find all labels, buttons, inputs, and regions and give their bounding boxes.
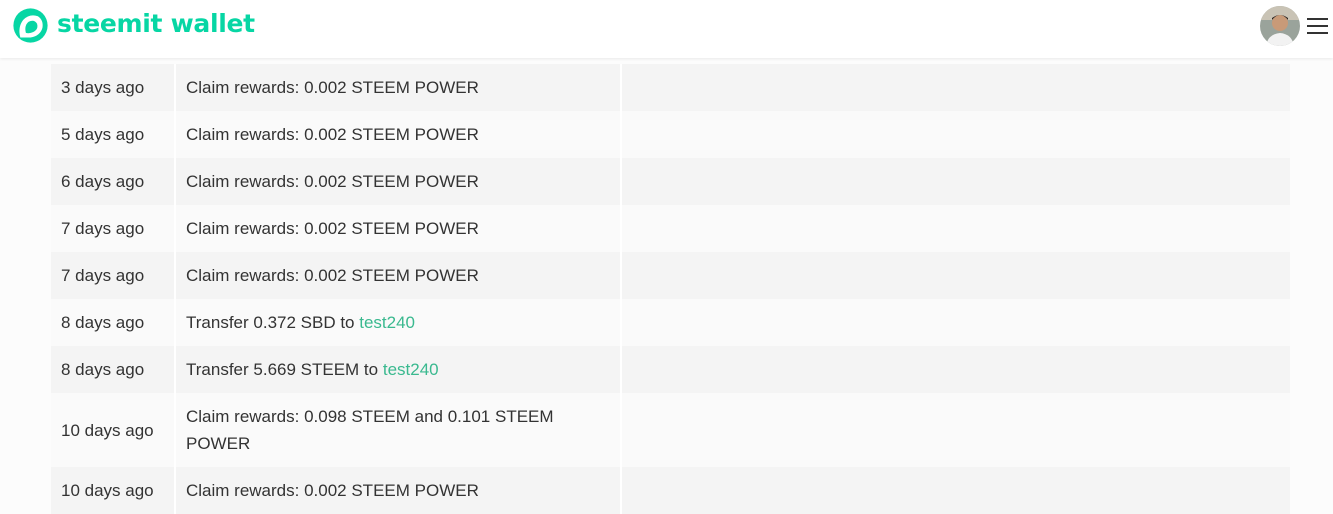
transaction-date: 8 days ago bbox=[61, 313, 145, 332]
recipient-link[interactable]: test240 bbox=[383, 360, 439, 379]
transaction-date: 5 days ago bbox=[61, 125, 145, 144]
transaction-description: Claim rewards: 0.002 STEEM POWER bbox=[174, 252, 622, 299]
transaction-description: Claim rewards: 0.002 STEEM POWER bbox=[174, 158, 622, 205]
transaction-date: 7 days ago bbox=[61, 219, 145, 238]
transaction-date: 6 days ago bbox=[61, 172, 145, 191]
transaction-date: 3 days ago bbox=[61, 78, 145, 97]
transaction-memo bbox=[622, 111, 1290, 158]
transaction-row: 10 days ago Claim rewards: 0.098 STEEM an… bbox=[51, 393, 1290, 467]
transaction-description: Transfer 0.372 SBD to test240 bbox=[174, 299, 622, 346]
transaction-date: 7 days ago bbox=[61, 266, 145, 285]
transaction-date: 8 days ago bbox=[61, 360, 145, 379]
transaction-date: 10 days ago bbox=[61, 420, 154, 440]
transaction-row: 7 days ago Claim rewards: 0.002 STEEM POW… bbox=[51, 205, 1290, 252]
transaction-text: Claim rewards: 0.002 STEEM POWER bbox=[186, 172, 479, 191]
brand-title[interactable]: steemit wallet bbox=[57, 9, 255, 38]
transaction-text: Transfer 5.669 STEEM to bbox=[186, 360, 383, 379]
transaction-description: Claim rewards: 0.098 STEEM and 0.101 STE… bbox=[174, 393, 622, 467]
transaction-row: 10 days ago Claim rewards: 0.002 STEEM PO… bbox=[51, 467, 1290, 514]
user-avatar[interactable] bbox=[1260, 6, 1300, 46]
transaction-memo bbox=[622, 346, 1290, 393]
transaction-text: Claim rewards: 0.002 STEEM POWER bbox=[186, 125, 479, 144]
top-navbar: steemit wallet bbox=[0, 0, 1333, 58]
transaction-description: Claim rewards: 0.002 STEEM POWER bbox=[174, 111, 622, 158]
transaction-description: Claim rewards: 0.002 STEEM POWER bbox=[174, 467, 622, 514]
transaction-row: 8 days ago Transfer 0.372 SBD to test240 bbox=[51, 299, 1290, 346]
transaction-description: Claim rewards: 0.002 STEEM POWER bbox=[174, 64, 622, 111]
transaction-text: Transfer 0.372 SBD to bbox=[186, 313, 360, 332]
transaction-memo bbox=[622, 393, 1290, 467]
transaction-description: Claim rewards: 0.002 STEEM POWER bbox=[174, 205, 622, 252]
transaction-memo bbox=[622, 467, 1290, 514]
transaction-row: 3 days ago Claim rewards: 0.002 STEEM POW… bbox=[51, 64, 1290, 111]
transaction-date: 10 days ago bbox=[61, 481, 154, 500]
transaction-memo bbox=[622, 64, 1290, 111]
transaction-memo bbox=[622, 299, 1290, 346]
transaction-text: Claim rewards: 0.002 STEEM POWER bbox=[186, 266, 479, 285]
transaction-description: Transfer 5.669 STEEM to test240 bbox=[174, 346, 622, 393]
recipient-link[interactable]: test240 bbox=[359, 313, 415, 332]
transaction-row: 8 days ago Transfer 5.669 STEEM to test24… bbox=[51, 346, 1290, 393]
transaction-history-table: 3 days ago Claim rewards: 0.002 STEEM POW… bbox=[51, 64, 1290, 514]
transaction-memo bbox=[622, 205, 1290, 252]
avatar-image bbox=[1260, 6, 1300, 46]
transaction-row: 7 days ago Claim rewards: 0.002 STEEM POW… bbox=[51, 252, 1290, 299]
transaction-memo bbox=[622, 252, 1290, 299]
transaction-memo bbox=[622, 158, 1290, 205]
hamburger-menu-icon[interactable] bbox=[1306, 15, 1329, 37]
transaction-text: Claim rewards: 0.002 STEEM POWER bbox=[186, 78, 479, 97]
transaction-row: 5 days ago Claim rewards: 0.002 STEEM POW… bbox=[51, 111, 1290, 158]
transaction-text: Claim rewards: 0.098 STEEM and 0.101 STE… bbox=[186, 407, 554, 453]
transaction-text: Claim rewards: 0.002 STEEM POWER bbox=[186, 481, 479, 500]
transaction-row: 6 days ago Claim rewards: 0.002 STEEM POW… bbox=[51, 158, 1290, 205]
steemit-logo-icon[interactable] bbox=[12, 7, 49, 44]
transaction-text: Claim rewards: 0.002 STEEM POWER bbox=[186, 219, 479, 238]
